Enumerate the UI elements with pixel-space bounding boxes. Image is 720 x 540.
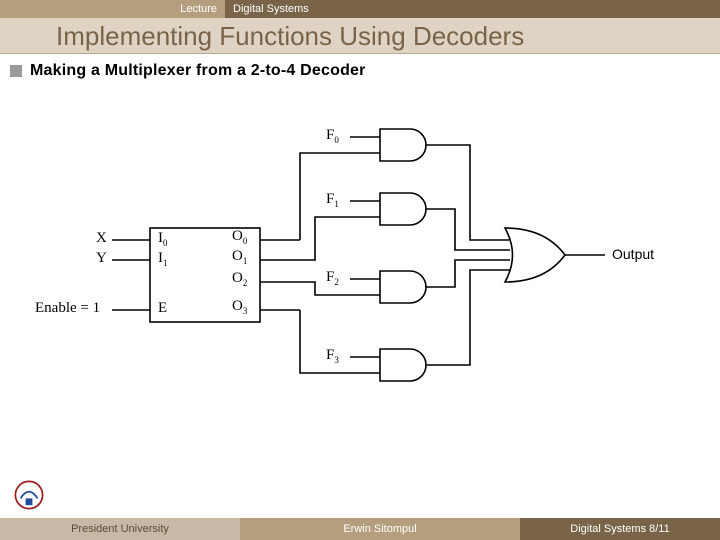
label-f3: F3 xyxy=(326,347,339,365)
bullet-row: Making a Multiplexer from a 2-to-4 Decod… xyxy=(0,62,720,80)
label-e: E xyxy=(158,300,167,317)
top-bar: Lecture Digital Systems xyxy=(0,0,720,18)
diagram: X Y Enable = 1 I0 I1 E O0 O1 O2 O3 F0 F1… xyxy=(0,100,720,480)
label-i0: I0 xyxy=(158,230,168,248)
lecture-tag: Lecture xyxy=(0,0,225,18)
bullet-text: Making a Multiplexer from a 2-to-4 Decod… xyxy=(30,62,366,80)
label-x: X xyxy=(96,230,107,247)
footer-left: President University xyxy=(0,518,240,540)
label-o2: O2 xyxy=(232,270,247,288)
circuit-svg xyxy=(0,100,720,480)
bullet-square-icon xyxy=(10,65,22,77)
label-f0: F0 xyxy=(326,127,339,145)
label-y: Y xyxy=(96,250,107,267)
label-o0: O0 xyxy=(232,228,247,246)
page-title: Implementing Functions Using Decoders xyxy=(0,18,720,54)
label-enable: Enable = 1 xyxy=(35,300,100,317)
footer: President University Erwin Sitompul Digi… xyxy=(0,518,720,540)
label-f2: F2 xyxy=(326,269,339,287)
footer-middle: Erwin Sitompul xyxy=(240,518,520,540)
label-i1: I1 xyxy=(158,250,168,268)
label-output: Output xyxy=(612,246,654,262)
label-o3: O3 xyxy=(232,298,247,316)
university-logo-icon xyxy=(12,478,46,512)
course-name: Digital Systems xyxy=(225,0,720,18)
label-o1: O1 xyxy=(232,248,247,266)
label-f1: F1 xyxy=(326,191,339,209)
footer-right: Digital Systems 8/11 xyxy=(520,518,720,540)
